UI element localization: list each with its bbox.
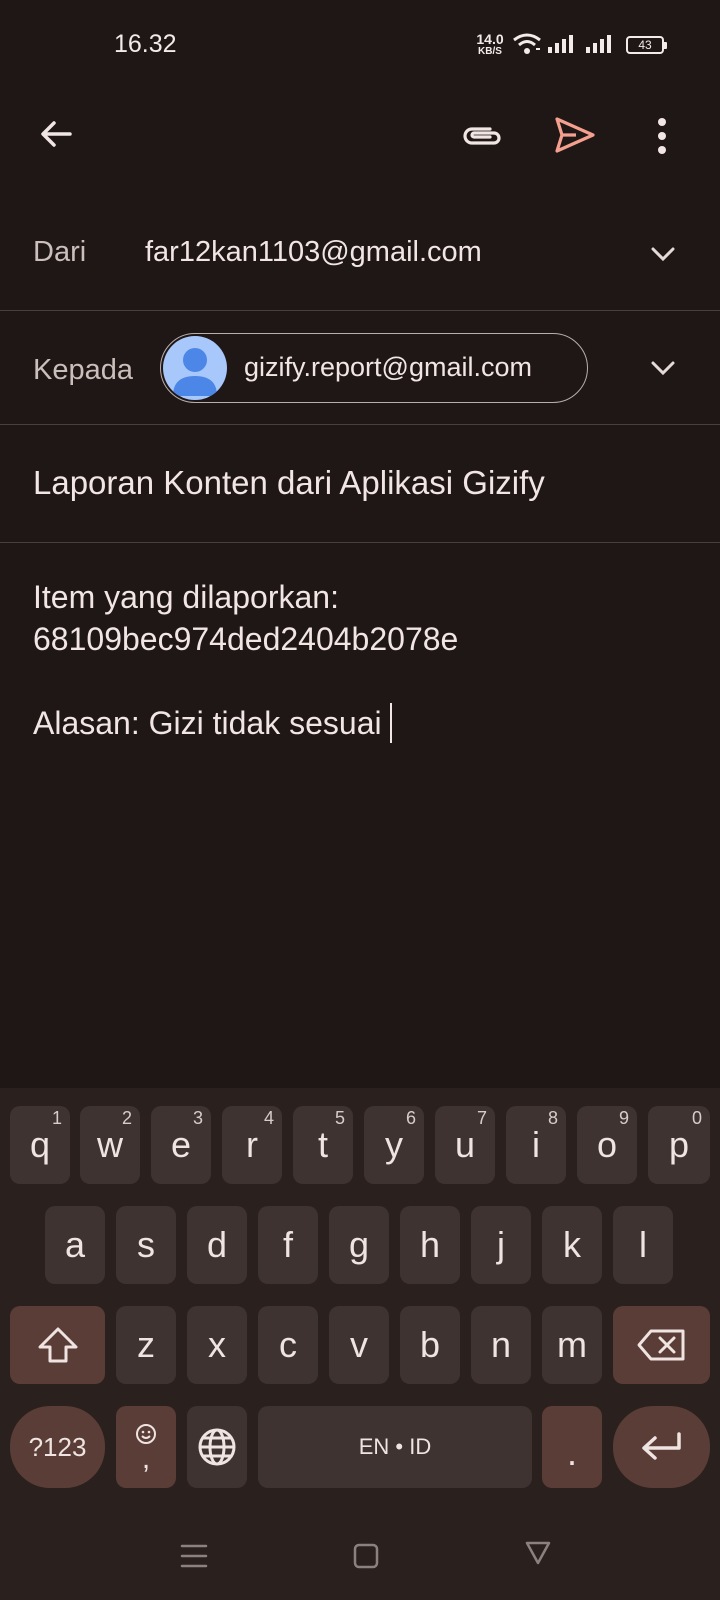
shift-icon — [38, 1327, 77, 1363]
key-c[interactable]: c — [258, 1306, 318, 1384]
globe-icon — [198, 1428, 236, 1466]
space-label: EN • ID — [358, 1434, 432, 1459]
key-q[interactable]: q1 — [10, 1106, 70, 1184]
net-speed-value: 14.0 — [476, 31, 504, 47]
key-s[interactable]: s — [116, 1206, 176, 1284]
key-b[interactable]: b — [400, 1306, 460, 1384]
key-h[interactable]: h — [400, 1206, 460, 1284]
enter-icon — [641, 1432, 681, 1460]
to-label: Kepada — [33, 354, 133, 386]
key-u[interactable]: u7 — [435, 1106, 495, 1184]
key-hint: 4 — [263, 1108, 274, 1128]
key-label: p — [668, 1124, 690, 1165]
key-a[interactable]: a — [45, 1206, 105, 1284]
wifi-icon — [513, 33, 541, 54]
more-options-button[interactable] — [642, 110, 682, 162]
key-label: i — [532, 1124, 540, 1165]
key-w[interactable]: w2 — [80, 1106, 140, 1184]
send-button[interactable] — [548, 108, 602, 162]
key-v[interactable]: v — [329, 1306, 389, 1384]
key-hint: 7 — [476, 1108, 487, 1128]
text-cursor — [389, 703, 392, 743]
to-chevron-down-icon[interactable] — [650, 360, 676, 376]
key-j[interactable]: j — [471, 1206, 531, 1284]
key-label: y — [385, 1124, 403, 1165]
key-f[interactable]: f — [258, 1206, 318, 1284]
status-time: 16.32 — [114, 30, 177, 58]
key-x[interactable]: x — [187, 1306, 247, 1384]
send-icon — [555, 117, 595, 153]
key-e[interactable]: e3 — [151, 1106, 211, 1184]
key-hint: 9 — [618, 1108, 629, 1128]
key-label: q — [29, 1124, 51, 1165]
backspace-icon — [637, 1329, 684, 1361]
language-key[interactable] — [187, 1406, 247, 1488]
key-g[interactable]: g — [329, 1206, 389, 1284]
back-triangle-icon[interactable] — [524, 1540, 552, 1566]
key-z[interactable]: z — [116, 1306, 176, 1384]
key-label: u — [454, 1124, 476, 1165]
body-line-1[interactable]: Item yang dilaporkan: — [33, 577, 339, 617]
key-d[interactable]: d — [187, 1206, 247, 1284]
key-hint: 5 — [334, 1108, 345, 1128]
subject-field[interactable]: Laporan Konten dari Aplikasi Gizify — [33, 464, 545, 502]
key-hint: 1 — [51, 1108, 62, 1128]
signal-icon-2 — [586, 35, 611, 53]
signal-icon-1 — [548, 35, 573, 53]
battery-indicator: 43 — [626, 36, 667, 54]
key-m[interactable]: m — [542, 1306, 602, 1384]
key-l[interactable]: l — [613, 1206, 673, 1284]
key-hint: 8 — [547, 1108, 558, 1128]
net-speed-unit: KB/S — [478, 46, 502, 57]
key-o[interactable]: o9 — [577, 1106, 637, 1184]
key-y[interactable]: y6 — [364, 1106, 424, 1184]
more-vertical-icon — [658, 118, 666, 154]
divider — [0, 424, 720, 425]
body-line-3-text: Alasan: Gizi tidak sesuai — [33, 705, 382, 741]
key-label: r — [246, 1124, 258, 1165]
arrow-left-icon — [41, 121, 72, 147]
key-p[interactable]: p0 — [648, 1106, 710, 1184]
backspace-key[interactable] — [613, 1306, 710, 1384]
key-t[interactable]: t5 — [293, 1106, 353, 1184]
key-hint: 0 — [691, 1108, 702, 1128]
emoji-comma-key[interactable]: , — [116, 1406, 176, 1488]
paperclip-icon — [463, 127, 501, 145]
enter-key[interactable] — [613, 1406, 710, 1488]
divider — [0, 542, 720, 543]
period-key[interactable]: . — [542, 1406, 602, 1488]
divider — [0, 310, 720, 311]
attach-button[interactable] — [456, 110, 508, 162]
space-key[interactable]: EN • ID — [258, 1406, 532, 1488]
from-chevron-down-icon[interactable] — [650, 246, 676, 262]
key-hint: 6 — [405, 1108, 416, 1128]
body-line-3[interactable]: Alasan: Gizi tidak sesuai — [33, 703, 392, 743]
symbols-key[interactable]: ?123 — [10, 1406, 105, 1488]
key-label: t — [317, 1124, 328, 1165]
key-r[interactable]: r4 — [222, 1106, 282, 1184]
key-hint: 2 — [121, 1108, 132, 1128]
key-n[interactable]: n — [471, 1306, 531, 1384]
net-speed: 14.0 KB/S — [472, 32, 508, 57]
key-i[interactable]: i8 — [506, 1106, 566, 1184]
shift-key[interactable] — [10, 1306, 105, 1384]
avatar — [163, 336, 227, 400]
from-address[interactable]: far12kan1103@gmail.com — [145, 236, 482, 269]
comma-label: , — [141, 1442, 151, 1475]
recipient-email: gizify.report@gmail.com — [244, 352, 532, 382]
menu-icon[interactable] — [180, 1543, 208, 1569]
key-label: e — [170, 1124, 192, 1165]
back-button[interactable] — [30, 108, 82, 160]
home-square-icon[interactable] — [352, 1542, 380, 1570]
from-label: Dari — [33, 236, 87, 268]
key-label: w — [97, 1124, 123, 1165]
person-icon — [173, 348, 217, 396]
body-line-2[interactable]: 68109bec974ded2404b2078e — [33, 619, 458, 659]
key-label: o — [596, 1124, 618, 1165]
key-k[interactable]: k — [542, 1206, 602, 1284]
key-hint: 3 — [192, 1108, 203, 1128]
